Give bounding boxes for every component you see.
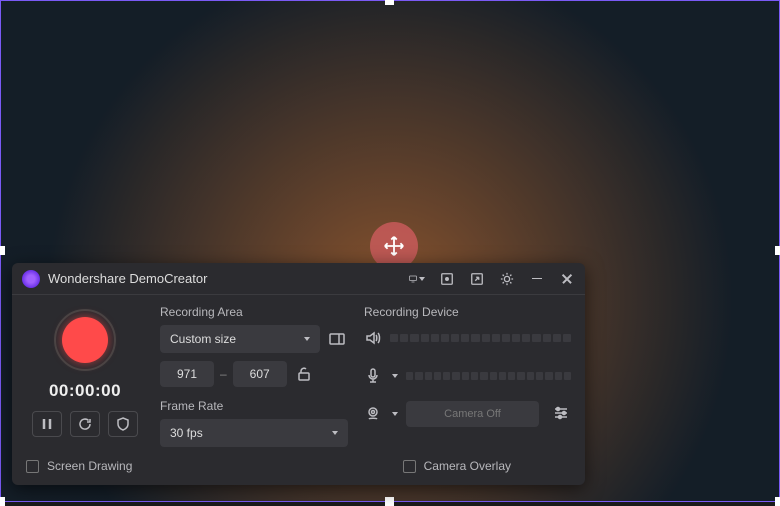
lock-aspect-button[interactable] bbox=[293, 363, 315, 385]
speaker-level-meter bbox=[390, 333, 571, 343]
shield-icon bbox=[116, 417, 130, 431]
camera-status: Camera Off bbox=[406, 401, 539, 427]
record-button[interactable] bbox=[54, 309, 116, 371]
settings-button[interactable] bbox=[499, 271, 515, 287]
minimize-button[interactable] bbox=[529, 271, 545, 287]
microphone-level-meter bbox=[406, 371, 571, 381]
frame-rate-label: Frame Rate bbox=[160, 399, 348, 413]
display-select-button[interactable] bbox=[409, 271, 425, 287]
fullscreen-button[interactable] bbox=[469, 271, 485, 287]
timer-display: 00:00:00 bbox=[49, 381, 121, 401]
chevron-down-icon bbox=[392, 412, 398, 416]
screen-drawing-checkbox[interactable] bbox=[26, 460, 39, 473]
shield-button[interactable] bbox=[108, 411, 138, 437]
sliders-icon bbox=[553, 405, 569, 421]
size-mode-select[interactable]: Custom size bbox=[160, 325, 320, 353]
expand-icon bbox=[470, 272, 484, 286]
camera-overlay-label: Camera Overlay bbox=[424, 459, 511, 473]
resize-handle-right[interactable] bbox=[775, 246, 780, 255]
microphone-icon bbox=[365, 368, 381, 384]
chevron-down-icon bbox=[304, 337, 310, 341]
pause-icon bbox=[40, 417, 54, 431]
square-dot-icon bbox=[440, 272, 454, 286]
app-logo-icon bbox=[22, 270, 40, 288]
recorder-panel: Wondershare DemoCreator 00:00:00 bbox=[12, 263, 585, 485]
speaker-device-button[interactable] bbox=[364, 329, 382, 347]
width-input[interactable] bbox=[160, 361, 214, 387]
close-button[interactable] bbox=[559, 271, 575, 287]
recording-area-label: Recording Area bbox=[160, 305, 348, 319]
height-input[interactable] bbox=[233, 361, 287, 387]
restart-icon bbox=[78, 417, 92, 431]
restart-button[interactable] bbox=[70, 411, 100, 437]
webcam-icon bbox=[365, 406, 381, 422]
gear-icon bbox=[500, 272, 514, 286]
chevron-down-icon bbox=[392, 374, 398, 378]
camera-overlay-checkbox[interactable] bbox=[403, 460, 416, 473]
screen-drawing-label: Screen Drawing bbox=[47, 459, 132, 473]
size-mode-value: Custom size bbox=[170, 332, 236, 346]
capture-mode-button[interactable] bbox=[439, 271, 455, 287]
chevron-down-icon bbox=[419, 277, 425, 281]
dimension-separator: – bbox=[220, 367, 227, 381]
webcam-device-button[interactable] bbox=[364, 405, 382, 423]
resize-handle-left[interactable] bbox=[0, 246, 5, 255]
move-icon bbox=[383, 235, 405, 257]
microphone-device-button[interactable] bbox=[364, 367, 382, 385]
pause-button[interactable] bbox=[32, 411, 62, 437]
record-icon bbox=[62, 317, 108, 363]
frame-rate-select[interactable]: 30 fps bbox=[160, 419, 348, 447]
speaker-icon bbox=[365, 330, 381, 346]
unlock-icon bbox=[296, 366, 312, 382]
frame-rate-value: 30 fps bbox=[170, 426, 203, 440]
aspect-icon bbox=[329, 331, 345, 347]
resize-handle-top[interactable] bbox=[385, 0, 394, 5]
camera-settings-button[interactable] bbox=[553, 405, 571, 423]
aspect-ratio-button[interactable] bbox=[326, 328, 348, 350]
recording-device-label: Recording Device bbox=[364, 305, 571, 319]
app-title: Wondershare DemoCreator bbox=[48, 271, 409, 286]
chevron-down-icon bbox=[332, 431, 338, 435]
titlebar: Wondershare DemoCreator bbox=[12, 263, 585, 295]
monitor-icon bbox=[409, 272, 417, 286]
